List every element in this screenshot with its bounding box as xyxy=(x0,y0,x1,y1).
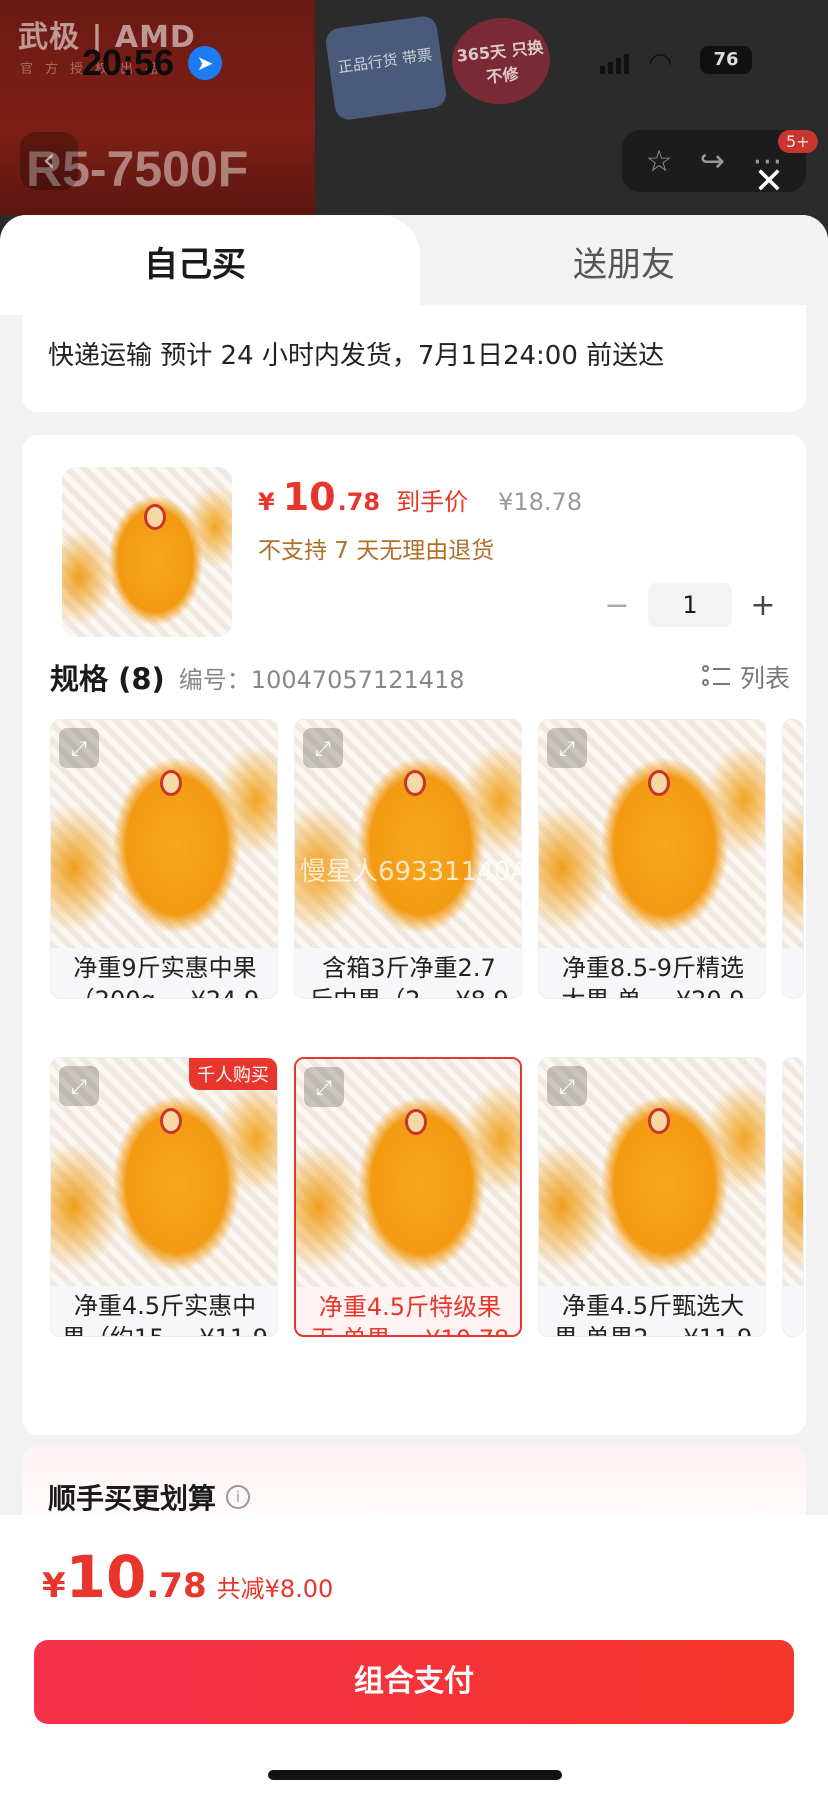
genuine-badge: 正品行货 带票 xyxy=(324,14,448,122)
total-currency: ¥ xyxy=(42,1566,66,1606)
price-integer: 10 xyxy=(282,475,336,519)
list-view-label: 列表 xyxy=(739,664,790,693)
expand-icon[interactable]: ⤢ xyxy=(304,1067,344,1107)
spec-price: ¥24.9 xyxy=(191,984,260,998)
spec-price: ¥11.9 xyxy=(199,1322,268,1336)
share-icon[interactable]: ↪ xyxy=(700,144,725,179)
spec-name: 净重4.5斤特级果 xyxy=(318,1293,502,1321)
price-decimal: .78 xyxy=(337,488,381,516)
combined-pay-button[interactable]: 组合支付 xyxy=(34,1640,794,1724)
expand-icon[interactable]: ⤢ xyxy=(59,1066,99,1106)
purchase-sheet: 自己买 送朋友 快递运输 预计 24 小时内发货，7月1日24:00 前送达 ¥… xyxy=(0,215,828,1796)
spec-name-cont: 果 单果2... xyxy=(554,1322,672,1336)
signal-icon xyxy=(600,52,630,74)
spec-option[interactable]: ⤢ 含箱3斤净重2.7 斤中果（2... ¥8.9 xyxy=(294,719,522,999)
tab-gift-friend[interactable]: 送朋友 xyxy=(420,215,828,315)
battery-indicator: 76 xyxy=(700,46,752,74)
spec-name: 净重4.5斤实惠中 xyxy=(73,1292,257,1320)
spec-option[interactable]: ⤢ 净重9斤实惠中果 （200g... ¥24.9 xyxy=(50,719,278,999)
spec-image xyxy=(783,1058,803,1286)
product-card: ¥ 10 .78 到手价 ¥18.78 不支持 7 天无理由退货 − 1 + 规… xyxy=(22,435,806,1435)
return-policy-note: 不支持 7 天无理由退货 xyxy=(258,538,495,564)
close-icon[interactable]: ✕ xyxy=(752,164,786,200)
home-indicator xyxy=(268,1770,562,1780)
purchase-tabs: 自己买 送朋友 xyxy=(0,215,828,315)
favorite-icon[interactable]: ☆ xyxy=(646,144,673,179)
spec-header: 规格 (8) 编号：10047057121418 列表 xyxy=(50,657,790,697)
info-icon[interactable]: i xyxy=(226,1485,251,1509)
list-view-toggle[interactable]: 列表 xyxy=(701,659,790,695)
original-price: ¥18.78 xyxy=(498,488,583,516)
spec-price: ¥20.9 xyxy=(676,984,745,998)
spec-option-peek[interactable] xyxy=(782,719,804,999)
cart-count-badge: 5+ xyxy=(778,130,818,153)
spec-price: ¥11.9 xyxy=(684,1322,753,1336)
increase-button[interactable]: + xyxy=(748,588,778,623)
spec-name: 净重9斤实惠中果 xyxy=(73,954,257,982)
product-code: 编号：10047057121418 xyxy=(178,665,465,694)
spec-option[interactable]: ⤢ 千人购买 净重4.5斤实惠中 果（约15... ¥11.9 xyxy=(50,1057,278,1337)
status-time: 20:56 xyxy=(82,42,175,83)
expand-icon[interactable]: ⤢ xyxy=(547,1066,587,1106)
spec-title: 规格 (8) xyxy=(50,662,165,696)
location-icon: ➤ xyxy=(188,46,222,80)
spec-option-peek[interactable] xyxy=(782,1057,804,1337)
product-thumbnail[interactable] xyxy=(62,467,232,637)
spec-option[interactable]: ⤢ 净重4.5斤甄选大 果 单果2... ¥11.9 xyxy=(538,1057,766,1337)
total-price: ¥ 10 .78 共减¥8.00 xyxy=(42,1543,333,1611)
tab-buy-self[interactable]: 自己买 xyxy=(0,215,420,315)
popular-badge: 千人购买 xyxy=(189,1058,277,1090)
back-icon[interactable]: ‹ xyxy=(20,132,78,190)
total-discount: 共减¥8.00 xyxy=(216,1575,334,1603)
addon-title-text: 顺手买更划算 xyxy=(48,1482,217,1515)
spec-name-cont: 大果 单... xyxy=(561,984,664,998)
list-icon xyxy=(701,663,730,691)
expand-icon[interactable]: ⤢ xyxy=(547,728,587,768)
spec-option-selected[interactable]: ⤢ 净重4.5斤特级果 王 单果... ¥10.78 xyxy=(294,1057,522,1337)
spec-grid: ⤢ 净重9斤实惠中果 （200g... ¥24.9 ⤢ 含箱3斤净重2.7 斤中果… xyxy=(50,719,828,1419)
currency-symbol: ¥ xyxy=(258,488,275,516)
spec-name: 净重4.5斤甄选大 xyxy=(561,1292,745,1320)
price-row: ¥ 10 .78 到手价 ¥18.78 xyxy=(258,475,582,519)
spec-image xyxy=(783,720,803,948)
spec-name-cont: （200g... xyxy=(71,984,179,998)
total-decimal: .78 xyxy=(146,1566,207,1606)
expand-icon[interactable]: ⤢ xyxy=(303,728,343,768)
decrease-button[interactable]: − xyxy=(602,588,632,623)
total-integer: 10 xyxy=(65,1543,147,1611)
spec-name-cont: 王 单果... xyxy=(311,1323,414,1335)
quantity-stepper: − 1 + xyxy=(602,583,778,627)
price-label: 到手价 xyxy=(396,488,469,516)
quantity-input[interactable]: 1 xyxy=(648,583,732,627)
spec-name-cont: 斤中果（2... xyxy=(309,984,443,998)
spec-price: ¥10.78 xyxy=(425,1323,509,1335)
checkout-footer: ¥ 10 .78 共减¥8.00 组合支付 xyxy=(0,1515,828,1796)
spec-name-cont: 果（约15... xyxy=(62,1322,187,1336)
shipping-card: 快递运输 预计 24 小时内发货，7月1日24:00 前送达 xyxy=(22,305,806,412)
shipping-info: 快递运输 预计 24 小时内发货，7月1日24:00 前送达 xyxy=(48,341,665,371)
spec-price: ¥8.9 xyxy=(455,984,508,998)
spec-name: 含箱3斤净重2.7 xyxy=(322,954,496,982)
wifi-icon: ◠ xyxy=(648,46,673,79)
addon-title: 顺手买更划算 i xyxy=(48,1477,251,1517)
spec-name: 净重8.5-9斤精选 xyxy=(561,954,745,982)
expand-icon[interactable]: ⤢ xyxy=(59,728,99,768)
spec-option[interactable]: ⤢ 净重8.5-9斤精选 大果 单... ¥20.9 xyxy=(538,719,766,999)
